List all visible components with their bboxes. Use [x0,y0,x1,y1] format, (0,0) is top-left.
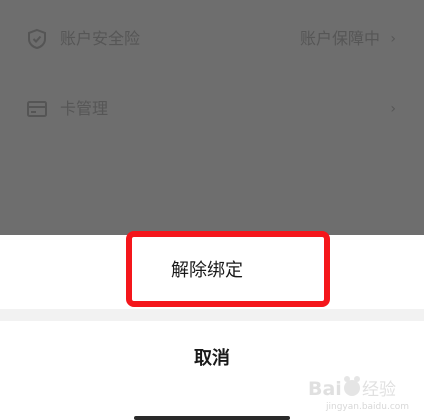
menu-row-card-management: 卡管理 › [0,84,424,134]
shield-icon [28,28,46,50]
chevron-right-icon: › [390,31,396,47]
card-icon [27,101,47,117]
row-label: 账户安全险 [60,29,141,48]
menu-row-account-insurance: 账户安全险 账户保障中 › [0,14,424,64]
row-label: 卡管理 [60,99,109,118]
home-indicator [134,416,290,420]
dimmed-background-page[interactable]: 账户安全险 账户保障中 › 卡管理 › [0,0,424,235]
highlight-annotation-box [126,231,330,307]
cancel-label: 取消 [194,348,230,369]
svg-text:Bai: Bai [308,378,342,400]
baidu-jingyan-watermark-logo: Bai 经验 jingyan.baidu.com [308,376,409,412]
svg-text:经验: 经验 [362,380,396,400]
chevron-right-icon: › [390,101,396,117]
row-value: 账户保障中 [299,29,380,48]
svg-text:jingyan.baidu.com: jingyan.baidu.com [325,402,409,412]
separator [0,309,424,321]
